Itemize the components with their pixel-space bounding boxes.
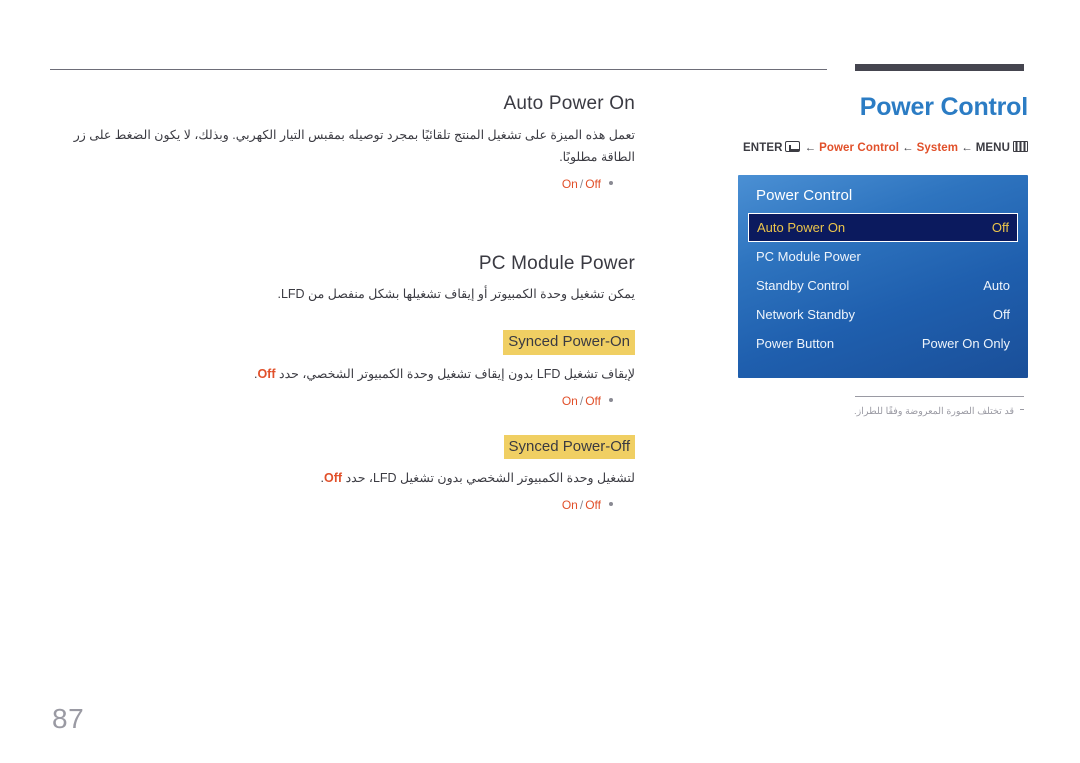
paragraph-text-before: لتشغيل وحدة الكمبيوتر الشخصي بدون تشغيل … (345, 471, 635, 486)
option-off: Off (585, 176, 601, 191)
osd-menu-list: Auto Power On Off PC Module Power Standb… (738, 213, 1028, 358)
option-on: On (561, 393, 578, 408)
osd-panel-title: Power Control (756, 187, 853, 204)
subsection-heading-synced-power-on: Synced Power-On (503, 330, 635, 355)
breadcrumb-arrow-3: ← (961, 142, 973, 155)
subsection-paragraph-synced-power-on: لإيقاف تشغيل LFD بدون إيقاف تشغيل وحدة ا… (50, 364, 635, 386)
note-divider-line (855, 396, 1024, 397)
enter-key-icon (784, 141, 800, 153)
content-column: Auto Power On تعمل هذه الميزة على تشغيل … (50, 92, 635, 515)
osd-item-value: Auto (983, 278, 1010, 293)
paragraph-text-before: لإيقاف تشغيل LFD بدون إيقاف تشغيل وحدة ا… (279, 366, 635, 381)
osd-item-label: Power Button (756, 336, 835, 351)
section-paragraph-auto-power-on: تعمل هذه الميزة على تشغيل المنتج تلقائيً… (73, 127, 635, 164)
note-text: قد تختلف الصورة المعروضة وفقًا للطراز. (854, 406, 1014, 417)
osd-item-label: PC Module Power (756, 249, 861, 264)
sidebar-column: Power Control ENTER ← Power Control ← System… (738, 92, 1028, 154)
subsection-paragraph-synced-power-off: لتشغيل وحدة الكمبيوتر الشخصي بدون تشغيل … (50, 468, 635, 490)
section-heading-auto-power-on: Auto Power On (503, 93, 635, 114)
header-divider-line (50, 69, 827, 70)
option-separator: / (579, 498, 584, 513)
options-line-synced-power-off: On / Off (50, 496, 635, 515)
subsection-synced-power-on-header-wrap: Synced Power-On (50, 306, 635, 355)
breadcrumb-item-power-control[interactable]: Power Control (819, 142, 899, 154)
osd-menu-panel: Power Control Auto Power On Off PC Modul… (738, 175, 1028, 378)
figure-note: قد تختلف الصورة المعروضة وفقًا للطراز. (738, 405, 1024, 419)
page-number: 87 (52, 703, 85, 734)
breadcrumb-arrow-2: ← (902, 142, 914, 155)
option-separator: / (579, 393, 584, 408)
paragraph-accent-value: Off (324, 471, 343, 486)
osd-item-label: Network Standby (756, 307, 855, 322)
options-line-synced-power-on: On / Off (50, 392, 635, 411)
bullet-dot-icon (609, 502, 613, 507)
note-dash-icon (1020, 409, 1024, 410)
bullet-dot-icon (609, 397, 613, 402)
osd-menu-item-power-button[interactable]: Power Button Power On Only (748, 329, 1018, 358)
breadcrumb-item-system[interactable]: System (917, 142, 959, 154)
options-line-auto-power-on: On / Off (50, 175, 635, 194)
section-paragraph-pc-module-power: يمكن تشغيل وحدة الكمبيوتر أو إيقاف تشغيل… (277, 287, 635, 302)
option-values: On / Off (562, 496, 601, 515)
osd-menu-item-auto-power-on[interactable]: Auto Power On Off (748, 213, 1018, 242)
osd-item-label: Auto Power On (757, 220, 846, 235)
osd-item-value: Off (991, 220, 1009, 235)
option-on: On (561, 498, 578, 513)
osd-menu-item-pc-module-power[interactable]: PC Module Power (748, 242, 1018, 271)
osd-item-label: Standby Control (756, 278, 850, 293)
option-values: On / Off (562, 175, 601, 194)
breadcrumb: ENTER ← Power Control ← System ← MENU (738, 141, 1028, 154)
option-off: Off (585, 393, 601, 408)
option-off: Off (585, 498, 601, 513)
option-separator: / (579, 176, 584, 191)
bullet-dot-icon (609, 180, 613, 185)
osd-menu-item-network-standby[interactable]: Network Standby Off (748, 300, 1018, 329)
section-heading-pc-module-power: PC Module Power (478, 252, 635, 274)
page-title: Power Control (859, 93, 1028, 121)
osd-item-value: Off (992, 307, 1010, 322)
breadcrumb-enter-label: ENTER (743, 142, 783, 155)
header-accent-bar (855, 64, 1024, 71)
osd-item-value: Power On Only (921, 336, 1010, 351)
menu-grid-icon (1013, 141, 1028, 153)
paragraph-accent-value: Off (257, 366, 276, 381)
breadcrumb-item-menu[interactable]: MENU (976, 142, 1010, 154)
subsection-heading-synced-power-off: Synced Power-Off (503, 434, 635, 460)
osd-menu-item-standby-control[interactable]: Standby Control Auto (748, 271, 1018, 300)
subsection-synced-power-off-header-wrap: Synced Power-Off (50, 411, 635, 460)
option-values: On / Off (562, 392, 601, 411)
option-on: On (561, 176, 578, 191)
breadcrumb-arrow-1: ← (804, 142, 817, 155)
